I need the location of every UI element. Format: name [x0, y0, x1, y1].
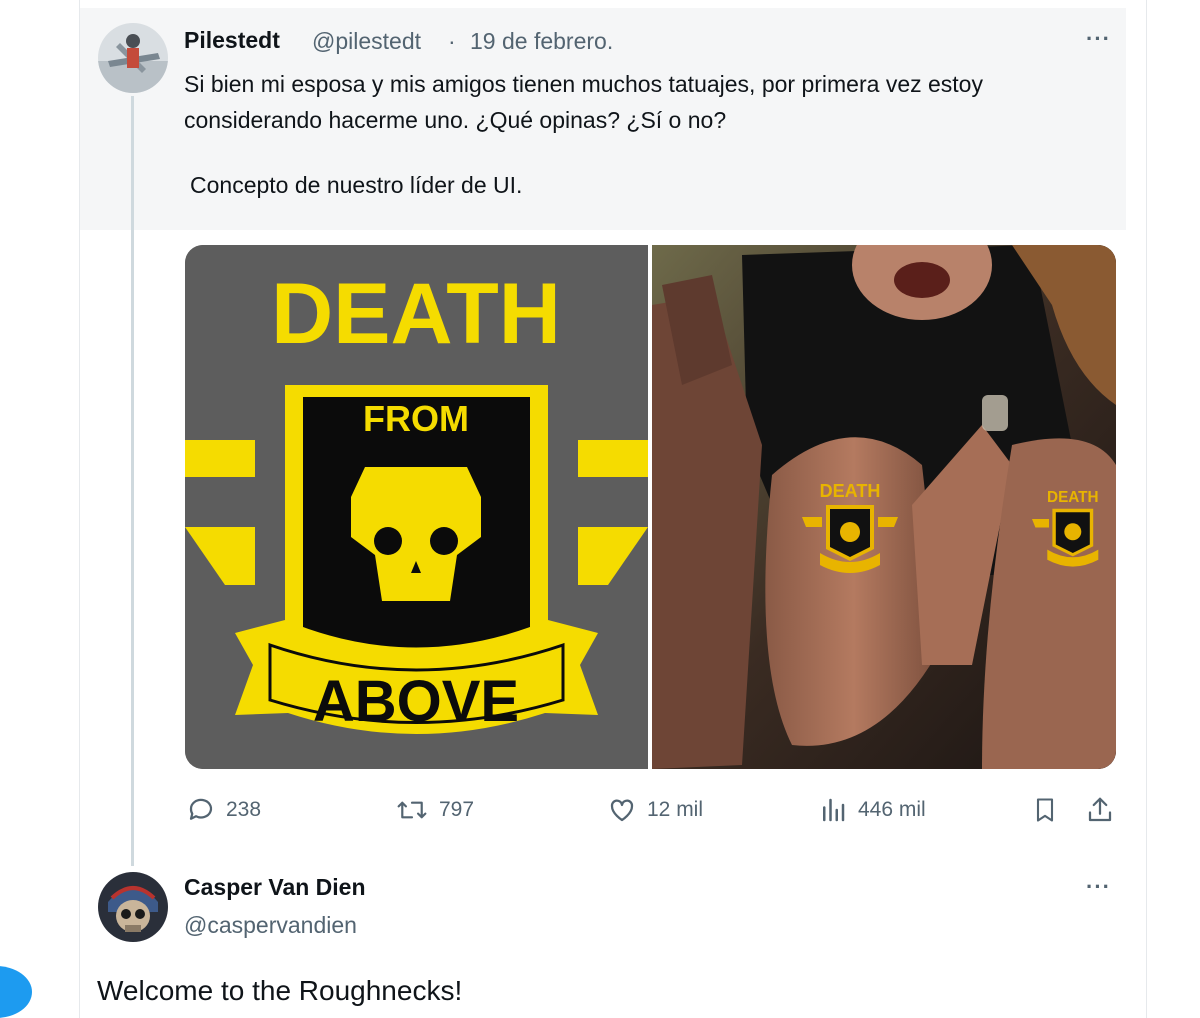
like-count: 12 mil: [647, 798, 704, 821]
views-count: 446 mil: [858, 798, 926, 821]
like-button[interactable]: 12 mil: [607, 795, 703, 825]
tattoo2-death-text: DEATH: [1047, 489, 1099, 506]
tattoo1-death-text: DEATH: [820, 481, 881, 501]
reply-author-name[interactable]: Casper Van Dien: [184, 874, 366, 901]
more-icon[interactable]: ···: [1086, 26, 1111, 52]
tattoo-logo-image[interactable]: DEATH FROM ABOVE: [185, 245, 648, 769]
logo-text-death: DEATH: [271, 266, 561, 362]
tweet-date[interactable]: 19 de febrero.: [470, 28, 613, 55]
repost-count: 797: [439, 798, 475, 821]
reply-icon: [186, 795, 216, 825]
separator-dot: ·: [448, 28, 456, 54]
reply-count: 238: [226, 798, 262, 821]
author-name[interactable]: Pilestedt: [184, 27, 280, 54]
reply-button[interactable]: 238: [186, 795, 261, 825]
thread-connector-line: [131, 96, 134, 866]
bookmark-button[interactable]: [1031, 795, 1059, 825]
logo-text-from: FROM: [363, 398, 469, 439]
column-border-right: [1146, 0, 1147, 1018]
like-icon: [607, 795, 637, 825]
tweet-text-secondary: Concepto de nuestro líder de UI.: [190, 172, 523, 198]
share-button[interactable]: [1085, 795, 1115, 825]
reply-text: Welcome to the Roughnecks!: [97, 975, 463, 1006]
views-icon: [818, 795, 848, 825]
reply-author-handle[interactable]: @caspervandien: [184, 912, 357, 939]
avatar-caspervandien[interactable]: [98, 872, 168, 942]
repost-button[interactable]: 797: [395, 795, 474, 825]
bookmark-icon: [1031, 795, 1059, 825]
tattoo-photo-image[interactable]: DEATH DEATH: [652, 245, 1116, 769]
avatar-pilestedt[interactable]: [98, 23, 168, 93]
more-icon[interactable]: ···: [1086, 874, 1111, 900]
tweet-media[interactable]: DEATH FROM ABOVE DEATH DEATH: [185, 245, 1116, 769]
compose-fab-button[interactable]: [0, 966, 32, 1018]
views-button[interactable]: 446 mil: [818, 795, 926, 825]
author-handle[interactable]: @pilestedt: [312, 28, 421, 55]
repost-icon: [395, 795, 429, 825]
tweet-text: Si bien mi esposa y mis amigos tienen mu…: [184, 71, 983, 133]
share-icon: [1085, 795, 1115, 825]
logo-text-above: ABOVE: [313, 669, 519, 734]
